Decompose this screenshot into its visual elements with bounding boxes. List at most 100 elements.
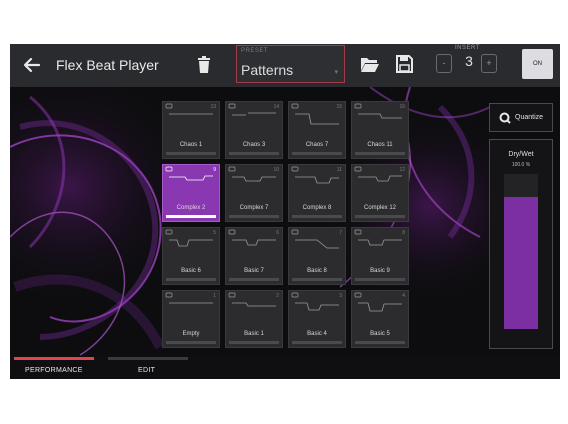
pad-level-bar [166,215,216,218]
pad-level-bar [166,341,216,344]
pad-clip-icon [165,103,173,109]
pad-level-bar [292,215,342,218]
pad-level-bar [166,278,216,281]
pad-clip-icon [291,229,299,235]
pad-level-bar [229,278,279,281]
pad-level-bar [355,152,405,155]
pattern-thumbnail [228,229,276,246]
pattern-thumbnail [354,292,402,312]
pattern-thumbnail [291,292,339,311]
pad-level-bar [229,215,279,218]
pad-clip-icon [228,292,236,298]
pattern-pad[interactable]: 5 Basic 6 [162,227,220,285]
pattern-pad[interactable]: 1 Empty [162,290,220,348]
pad-clip-icon [165,229,173,235]
quantize-button[interactable]: Quantize [489,103,553,132]
pad-level-bar [292,278,342,281]
pattern-pad[interactable]: 2 Basic 1 [225,290,283,348]
pad-label: Basic 4 [307,331,327,337]
pad-clip-icon [354,103,362,109]
pad-label: Basic 6 [181,268,201,274]
pattern-pad[interactable]: 6 Basic 7 [225,227,283,285]
pad-clip-icon [165,292,173,298]
pattern-pad[interactable]: 8 Basic 9 [351,227,409,285]
pattern-pad[interactable]: 10 Complex 7 [225,164,283,222]
quantize-icon [499,112,511,124]
pad-number: 6 [276,230,279,236]
pattern-waveform [358,302,402,312]
pad-number: 3 [339,293,342,299]
pad-label: Basic 9 [370,268,390,274]
pad-level-bar [166,152,216,155]
pad-clip-icon [291,292,299,298]
quantize-label: Quantize [515,114,544,121]
pad-label: Empty [182,331,200,337]
pad-clip-icon [291,103,299,109]
pattern-waveform [169,175,213,181]
pattern-pad[interactable]: 4 Basic 5 [351,290,409,348]
tab-performance[interactable]: PERFORMANCE [14,357,94,379]
pad-number: 1 [213,293,216,299]
pad-level-bar [355,278,405,281]
pattern-waveform [358,239,402,246]
pattern-waveform [232,239,276,246]
pad-number: 4 [402,293,405,299]
pattern-pad[interactable]: 15 Chaos 7 [288,101,346,159]
tab-performance-label: PERFORMANCE [25,367,83,374]
pattern-thumbnail [165,166,213,181]
mode-tabs: PERFORMANCE EDIT [10,357,560,379]
dry-wet-slider[interactable]: Dry/Wet 100.0 % [489,139,553,349]
pad-clip-icon [354,229,362,235]
pattern-pad[interactable]: 12 Complex 12 [351,164,409,222]
pad-level-bar [355,341,405,344]
pad-number: 14 [273,104,279,110]
pad-label: Basic 8 [307,268,327,274]
pad-clip-icon [228,229,236,235]
pad-number: 9 [213,167,216,173]
pad-number: 7 [339,230,342,236]
pad-clip-icon [228,103,236,109]
pad-clip-icon [291,166,299,172]
pattern-waveform [232,112,276,116]
pattern-thumbnail [165,292,213,304]
pattern-thumbnail [165,229,213,247]
pad-number: 16 [399,104,405,110]
pad-number: 11 [336,167,342,173]
pattern-thumbnail [291,229,339,249]
pattern-pad[interactable]: 3 Basic 4 [288,290,346,348]
pad-label: Basic 5 [370,331,390,337]
pad-clip-icon [354,166,362,172]
pad-label: Complex 12 [363,205,396,211]
tab-edit[interactable]: EDIT [108,357,188,379]
pattern-pad[interactable]: 11 Complex 8 [288,164,346,222]
pad-level-bar [292,152,342,155]
pad-number: 15 [336,104,342,110]
dry-wet-track[interactable] [504,174,538,329]
pattern-thumbnail [354,229,402,246]
pad-label: Complex 7 [239,205,269,211]
pattern-pad[interactable]: 9 Complex 2 [162,164,220,222]
pad-number: 12 [399,167,405,173]
pad-level-bar [355,215,405,218]
pad-clip-icon [354,292,362,298]
pad-label: Chaos 7 [305,142,329,148]
dry-wet-label: Dry/Wet [508,151,534,158]
pattern-pad[interactable]: 16 Chaos 11 [351,101,409,159]
dry-wet-value: 100.0 % [511,162,531,168]
pattern-pad-grid: 13 Chaos 1 14 Chaos 3 15 Chaos 7 16 Chaos 11 9 Co… [10,44,560,357]
pad-number: 10 [273,167,279,173]
pad-level-bar [229,152,279,155]
pad-label: Basic 7 [244,268,264,274]
pad-label: Complex 2 [176,205,206,211]
pad-level-bar [229,341,279,344]
pattern-waveform [232,302,276,307]
pattern-pad[interactable]: 13 Chaos 1 [162,101,220,159]
pattern-pad[interactable]: 7 Basic 8 [288,227,346,285]
flex-beat-player-app: Flex Beat Player PRESET Patterns ▾ INSER… [10,44,560,379]
pattern-pad[interactable]: 14 Chaos 3 [225,101,283,159]
pad-level-bar [292,341,342,344]
pad-number: 8 [402,230,405,236]
pattern-waveform [295,239,339,249]
pad-number: 13 [210,104,216,110]
pattern-thumbnail [228,292,276,307]
